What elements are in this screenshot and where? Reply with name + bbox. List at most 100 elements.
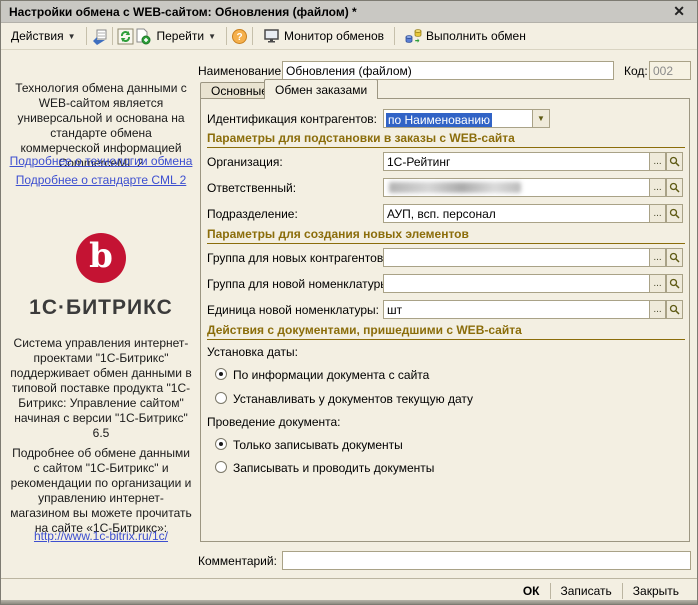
go-menu-button[interactable]: Перейти ▼	[151, 26, 222, 46]
bitrix-logo-text: 1С·БИТРИКС	[5, 296, 197, 320]
new-contractors-group-label: Группа для новых контрагентов:	[207, 251, 387, 265]
write-button[interactable]: Записать	[551, 584, 622, 598]
name-input[interactable]	[282, 61, 614, 80]
identification-value: по Наименованию	[386, 113, 492, 127]
svg-text:?: ?	[236, 32, 242, 43]
actions-label: Действия	[11, 29, 64, 43]
identification-combobox[interactable]: по Наименованию	[383, 109, 533, 128]
execute-exchange-button[interactable]: Выполнить обмен	[399, 25, 532, 48]
ok-button[interactable]: ОК	[513, 584, 550, 598]
section-new-elements: Параметры для создания новых элементов	[207, 227, 685, 244]
new-unit-magnifier-button[interactable]	[666, 300, 683, 319]
code-field-label: Код:	[624, 64, 648, 78]
new-unit-ellipsis-button[interactable]: ...	[649, 300, 666, 319]
sidebar-about-text: Система управления интернет-проектами "1…	[9, 336, 193, 441]
sidebar-more-text: Подробнее об обмене данными с сайтом "1С…	[9, 446, 193, 536]
comment-label: Комментарий:	[198, 554, 277, 568]
refresh-button[interactable]	[117, 28, 134, 45]
identification-label: Идентификация контрагентов:	[207, 112, 377, 126]
radio-date-from-site-label: По информации документа с сайта	[233, 368, 429, 382]
execute-label: Выполнить обмен	[426, 29, 526, 43]
radio-date-current-label: Устанавливать у документов текущую дату	[233, 392, 473, 406]
chevron-down-icon: ▼	[208, 32, 216, 41]
new-contractors-magnifier-button[interactable]	[666, 248, 683, 267]
new-nomenclature-magnifier-button[interactable]	[666, 274, 683, 293]
actions-menu-button[interactable]: Действия ▼	[5, 26, 82, 46]
radio-date-from-site[interactable]	[215, 368, 227, 380]
new-unit-label: Единица новой номенклатуры:	[207, 303, 379, 317]
radio-write-only[interactable]	[215, 438, 227, 450]
comment-input[interactable]	[282, 551, 691, 570]
monitor-label: Монитор обменов	[284, 29, 384, 43]
responsible-label: Ответственный:	[207, 181, 296, 195]
close-button[interactable]: Закрыть	[623, 584, 689, 598]
organization-ellipsis-button[interactable]: ...	[649, 152, 666, 171]
magnifier-icon	[669, 278, 680, 289]
go-label: Перейти	[157, 29, 205, 43]
date-setting-label: Установка даты:	[207, 345, 298, 359]
exchange-icon	[405, 28, 422, 45]
organization-magnifier-button[interactable]	[666, 152, 683, 171]
exchange-settings-window: Настройки обмена с WEB-сайтом: Обновлени…	[0, 0, 698, 605]
toolbar-separator	[226, 27, 227, 45]
responsible-magnifier-button[interactable]	[666, 178, 683, 197]
help-icon: ?	[231, 28, 248, 45]
radio-write-and-post[interactable]	[215, 461, 227, 473]
bitrix-logo-icon: b	[76, 233, 126, 283]
window-bottom-edge	[1, 600, 697, 604]
department-input[interactable]	[383, 204, 650, 223]
link-about-cml[interactable]: Подробнее о стандарте CML 2	[9, 173, 193, 187]
link-bitrix-url[interactable]: http://www.1c-bitrix.ru/1c/	[9, 529, 193, 543]
magnifier-icon	[669, 208, 680, 219]
posting-label: Проведение документа:	[207, 415, 340, 429]
save-record-icon	[91, 28, 108, 45]
monitor-icon	[263, 29, 280, 44]
sidebar: Технология обмена данными с WEB-сайтом я…	[5, 50, 197, 574]
new-nomenclature-ellipsis-button[interactable]: ...	[649, 274, 666, 293]
refresh-icon	[117, 28, 134, 45]
toolbar-separator	[252, 27, 253, 45]
window-title: Настройки обмена с WEB-сайтом: Обновлени…	[9, 5, 669, 19]
order-exchange-panel: Идентификация контрагентов: по Наименова…	[200, 98, 690, 542]
exchange-monitor-button[interactable]: Монитор обменов	[257, 26, 390, 47]
title-bar: Настройки обмена с WEB-сайтом: Обновлени…	[1, 1, 697, 23]
link-about-technology[interactable]: Подробнее о технологии обмена	[9, 154, 193, 168]
tab-order-exchange[interactable]: Обмен заказами	[264, 79, 378, 99]
radio-date-current[interactable]	[215, 392, 227, 404]
footer-buttons: ОК Записать Закрыть	[513, 581, 689, 601]
new-contractors-ellipsis-button[interactable]: ...	[649, 248, 666, 267]
responsible-redacted-value	[389, 182, 521, 193]
toolbar: Действия ▼	[1, 23, 697, 50]
new-contractors-group-input[interactable]	[383, 248, 650, 267]
chevron-down-icon: ▼	[68, 32, 76, 41]
magnifier-icon	[669, 182, 680, 193]
radio-write-only-label: Только записывать документы	[233, 438, 403, 452]
department-ellipsis-button[interactable]: ...	[649, 204, 666, 223]
organization-label: Организация:	[207, 155, 283, 169]
department-magnifier-button[interactable]	[666, 204, 683, 223]
magnifier-icon	[669, 156, 680, 167]
new-nomenclature-group-label: Группа для новой номенклатуры:	[207, 277, 392, 291]
copy-new-button[interactable]	[134, 28, 151, 45]
magnifier-icon	[669, 304, 680, 315]
section-order-substitution: Параметры для подстановки в заказы с WEB…	[207, 131, 685, 148]
section-document-actions: Действия с документами, пришедшими с WEB…	[207, 323, 685, 340]
document-add-icon	[134, 28, 151, 45]
identification-dropdown-button[interactable]: ▼	[532, 109, 550, 128]
department-label: Подразделение:	[207, 207, 298, 221]
organization-input[interactable]	[383, 152, 650, 171]
help-button[interactable]: ?	[231, 28, 248, 45]
magnifier-icon	[669, 252, 680, 263]
chevron-down-icon: ▼	[537, 114, 545, 123]
responsible-ellipsis-button[interactable]: ...	[649, 178, 666, 197]
radio-write-and-post-label: Записывать и проводить документы	[233, 461, 434, 475]
name-field-label: Наименование:	[198, 64, 285, 78]
toolbar-separator	[394, 27, 395, 45]
toolbar-separator	[112, 27, 113, 45]
new-unit-input[interactable]	[383, 300, 650, 319]
new-nomenclature-group-input[interactable]	[383, 274, 650, 293]
save-record-button[interactable]	[91, 28, 108, 45]
code-input	[649, 61, 691, 80]
close-icon[interactable]: ✕	[669, 3, 689, 20]
footer-separator	[1, 578, 697, 579]
